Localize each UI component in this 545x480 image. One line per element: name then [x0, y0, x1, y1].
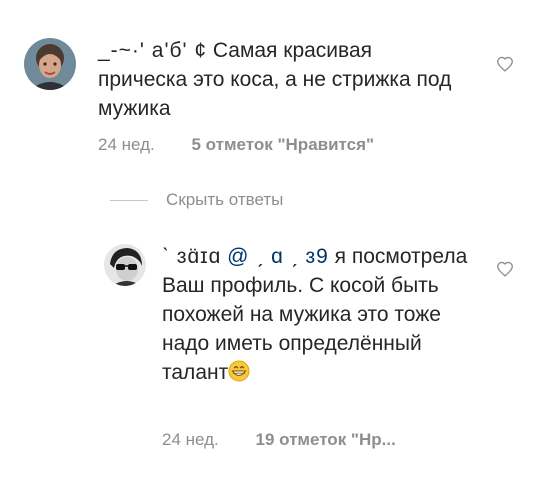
comment-username[interactable]: _-~·' а'б' ¢ [98, 39, 207, 62]
comment-text: _-~·' а'б' ¢ Самая красивая прическа это… [98, 36, 458, 123]
mention-link[interactable]: @ ˏ ɑ ˏ ɜ9 [227, 245, 329, 268]
avatar[interactable] [24, 38, 76, 90]
comment-meta: 24 нед. 19 отметок "Нр... [162, 430, 396, 450]
heart-outline-icon[interactable] [496, 56, 514, 72]
avatar[interactable] [104, 244, 146, 286]
comment-username[interactable]: ˋ ɜɑ̈ɪɑ [162, 245, 221, 268]
reply-item: ˋ ɜɑ̈ɪɑ @ ˏ ɑ ˏ ɜ9 я посмотрела Ваш проф… [0, 228, 545, 480]
hide-replies-label: Скрыть ответы [166, 190, 284, 209]
comment-time[interactable]: 24 нед. [162, 430, 219, 449]
comment-meta: 24 нед. 5 отметок "Нравится" [98, 135, 374, 155]
comment-item: _-~·' а'б' ¢ Самая красивая прическа это… [0, 0, 545, 170]
hide-replies-button[interactable]: Скрыть ответы [110, 188, 283, 212]
comment-likes[interactable]: 19 отметок "Нр... [255, 430, 395, 449]
comment-likes[interactable]: 5 отметок "Нравится" [191, 135, 374, 154]
grinning-face-emoji [228, 360, 250, 382]
heart-outline-icon[interactable] [496, 261, 514, 277]
comment-time[interactable]: 24 нед. [98, 135, 155, 154]
comment-text: ˋ ɜɑ̈ɪɑ @ ˏ ɑ ˏ ɜ9 я посмотрела Ваш проф… [162, 242, 482, 387]
replies-divider [110, 199, 148, 201]
